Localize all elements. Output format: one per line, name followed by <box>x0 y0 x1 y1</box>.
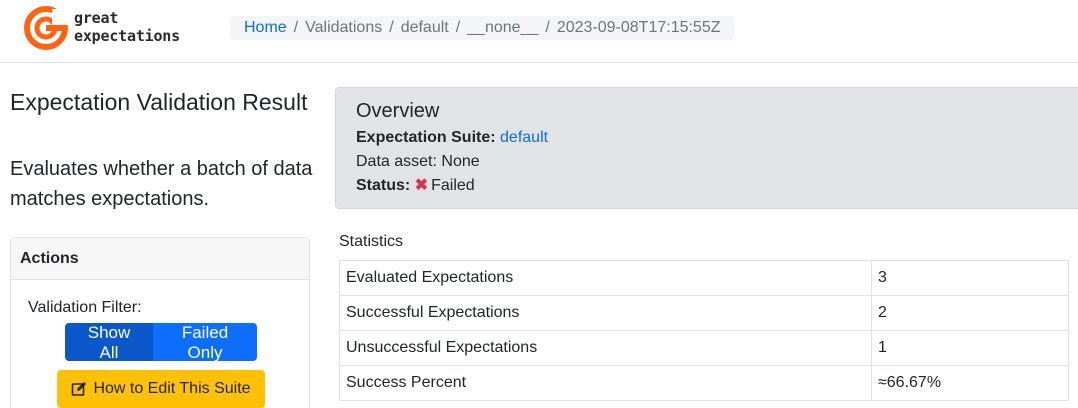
breadcrumb-run: __none__ <box>467 19 539 36</box>
how-to-edit-suite-button[interactable]: How to Edit This Suite <box>57 370 265 408</box>
logo-text: great expectations <box>74 9 180 45</box>
breadcrumb-separator: / <box>455 19 461 36</box>
logo-text-line1: great <box>74 9 119 27</box>
validation-filter-button-group: Show All Failed Only <box>65 323 257 362</box>
table-row: Success Percent ≈66.67% <box>339 365 1069 401</box>
breadcrumb-separator: / <box>389 19 394 36</box>
page-title: Expectation Validation Result <box>10 89 308 115</box>
stat-label: Success Percent <box>339 365 872 401</box>
stat-value: ≈66.67% <box>871 365 1069 401</box>
breadcrumb-timestamp: 2023-09-08T17:15:55Z <box>556 19 721 36</box>
overview-suite-link[interactable]: default <box>500 129 548 146</box>
overview-status-line: Status: ✖ Failed <box>356 174 1074 198</box>
breadcrumb-validations: Validations <box>305 19 383 36</box>
how-to-edit-suite-label: How to Edit This Suite <box>93 380 251 397</box>
logo-text-line2: expectations <box>74 27 180 45</box>
table-row: Successful Expectations 2 <box>339 295 1069 331</box>
stat-value: 2 <box>871 295 1069 331</box>
overview-asset-line: Data asset: None <box>356 150 1074 174</box>
failed-x-icon: ✖ <box>414 177 429 194</box>
statistics-title: Statistics <box>339 233 404 250</box>
stat-label: Evaluated Expectations <box>339 260 872 296</box>
failed-only-button[interactable]: Failed Only <box>153 323 257 362</box>
stat-label: Unsuccessful Expectations <box>339 330 872 366</box>
great-expectations-logo-icon <box>24 6 68 50</box>
table-row: Evaluated Expectations 3 <box>339 260 1069 296</box>
breadcrumb-home-link[interactable]: Home <box>244 19 287 37</box>
great-expectations-logo[interactable]: great expectations <box>24 6 194 52</box>
overview-title: Overview <box>356 100 440 122</box>
validation-filter-label: Validation Filter: <box>28 299 142 316</box>
overview-asset-value: None <box>441 153 480 170</box>
overview-suite-label: Expectation Suite: <box>356 129 496 146</box>
breadcrumb: Home / Validations / default / __none__ … <box>230 16 735 40</box>
breadcrumb-separator: / <box>545 19 550 36</box>
stat-value: 1 <box>871 330 1069 366</box>
stat-value: 3 <box>871 260 1069 296</box>
stat-label: Successful Expectations <box>339 295 872 331</box>
page-description: Evaluates whether a batch of data matche… <box>10 158 313 210</box>
table-row: Unsuccessful Expectations 1 <box>339 330 1069 366</box>
overview-suite-line: Expectation Suite: default <box>356 126 1074 150</box>
actions-card: Actions Validation Filter: Show All Fail… <box>10 237 310 408</box>
overview-status-label: Status: <box>356 177 411 194</box>
overview-panel: Overview Expectation Suite: default Data… <box>335 87 1078 209</box>
overview-status-value: Failed <box>431 177 475 194</box>
breadcrumb-separator: / <box>293 19 299 36</box>
overview-asset-label: Data asset: <box>356 153 437 170</box>
top-navbar: great expectations Home / Validations / … <box>0 0 1078 63</box>
breadcrumb-suite: default <box>400 19 449 36</box>
edit-icon <box>72 382 87 396</box>
statistics-table: Evaluated Expectations 3 Successful Expe… <box>339 260 1069 401</box>
show-all-button[interactable]: Show All <box>65 323 153 362</box>
actions-card-header: Actions <box>11 238 309 280</box>
